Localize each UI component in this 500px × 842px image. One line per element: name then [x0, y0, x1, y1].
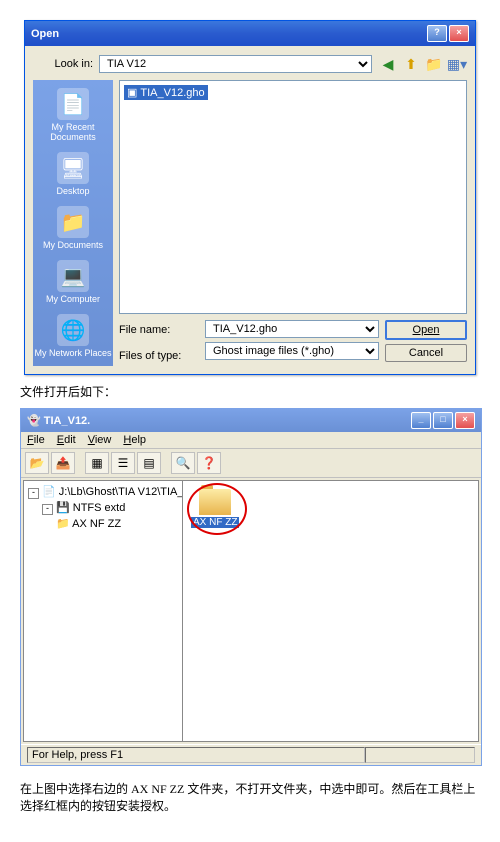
filetype-select[interactable]: Ghost image files (*.gho) [205, 342, 379, 360]
sidebar-network[interactable]: 🌐My Network Places [34, 314, 111, 358]
gho-file-icon: ▣ [127, 86, 137, 99]
open-icon[interactable]: 📂 [25, 452, 49, 474]
places-sidebar: 📄My Recent Documents 🖥Desktop 📁My Docume… [33, 80, 113, 366]
sidebar-recent[interactable]: 📄My Recent Documents [33, 88, 113, 142]
minimize-button[interactable]: _ [411, 412, 431, 429]
desktop-icon: 🖥 [57, 152, 89, 184]
lookin-select[interactable]: TIA V12 [99, 55, 372, 73]
content-pane[interactable]: AX NF ZZ [183, 481, 478, 741]
file-item[interactable]: ▣ TIA_V12.gho [124, 85, 208, 100]
file-list[interactable]: ▣ TIA_V12.gho [119, 80, 467, 314]
menubar: File Edit View Help [21, 432, 481, 449]
sidebar-mydocs[interactable]: 📁My Documents [43, 206, 103, 250]
menu-file[interactable]: File [27, 434, 45, 446]
menu-help[interactable]: Help [123, 434, 146, 446]
help-button[interactable]: ? [427, 25, 447, 42]
open-dialog-titlebar: Open ? × [25, 21, 475, 46]
menu-view[interactable]: View [88, 434, 112, 446]
tree-node-axnfzz[interactable]: 📁 AX NF ZZ [56, 517, 178, 530]
folder-item[interactable]: AX NF ZZ [191, 489, 239, 528]
mycomputer-icon: 💻 [57, 260, 89, 292]
lookin-label: Look in: [33, 58, 93, 70]
icons-view-icon[interactable]: ▦ [85, 452, 109, 474]
new-folder-icon[interactable]: 📁 [424, 54, 444, 74]
find-icon[interactable]: 🔍 [171, 452, 195, 474]
close-button[interactable]: × [455, 412, 475, 429]
back-icon[interactable]: ◀ [378, 54, 398, 74]
filename-input[interactable]: TIA_V12.gho [205, 320, 379, 338]
menu-edit[interactable]: Edit [57, 434, 76, 446]
tree-node-ntfs[interactable]: -💾 NTFS extd [42, 501, 178, 515]
collapse-icon[interactable]: - [28, 488, 39, 499]
details-view-icon[interactable]: ▤ [137, 452, 161, 474]
filename-label: File name: [119, 320, 199, 340]
help-icon[interactable]: ❓ [197, 452, 221, 474]
explorer-titlebar: 👻 TIA_V12. _ □ × [21, 409, 481, 432]
dialog-title: Open [31, 28, 59, 40]
extract-icon[interactable]: 📤 [51, 452, 75, 474]
filetype-label: Files of type: [119, 346, 199, 366]
tree-root[interactable]: -📄 J:\Lb\Ghost\TIA V12\TIA_V12.g [28, 485, 178, 499]
network-icon: 🌐 [57, 314, 89, 346]
window-title: TIA_V12. [44, 415, 90, 427]
status-text: For Help, press F1 [27, 747, 365, 763]
mydocs-icon: 📁 [57, 206, 89, 238]
up-icon[interactable]: ⬆ [401, 54, 421, 74]
cancel-button[interactable]: Cancel [385, 344, 467, 362]
recent-icon: 📄 [57, 88, 89, 120]
folder-icon [199, 489, 231, 515]
view-menu-icon[interactable]: ▦▾ [447, 54, 467, 74]
tree-view[interactable]: -📄 J:\Lb\Ghost\TIA V12\TIA_V12.g -💾 NTFS… [24, 481, 183, 741]
maximize-button[interactable]: □ [433, 412, 453, 429]
close-button[interactable]: × [449, 25, 469, 42]
open-button[interactable]: Open [385, 320, 467, 340]
caption-1: 文件打开后如下： [20, 383, 480, 400]
caption-2: 在上图中选择右边的 AX NF ZZ 文件夹，不打开文件夹，中选中即可。然后在工… [20, 780, 480, 814]
app-icon: 👻 [27, 415, 41, 427]
collapse-icon[interactable]: - [42, 504, 53, 515]
statusbar: For Help, press F1 [21, 744, 481, 765]
folder-label: AX NF ZZ [191, 517, 239, 528]
toolbar: 📂 📤 ▦ ☰ ▤ 🔍 ❓ [21, 449, 481, 478]
sidebar-desktop[interactable]: 🖥Desktop [56, 152, 89, 196]
list-view-icon[interactable]: ☰ [111, 452, 135, 474]
sidebar-mycomputer[interactable]: 💻My Computer [46, 260, 100, 304]
